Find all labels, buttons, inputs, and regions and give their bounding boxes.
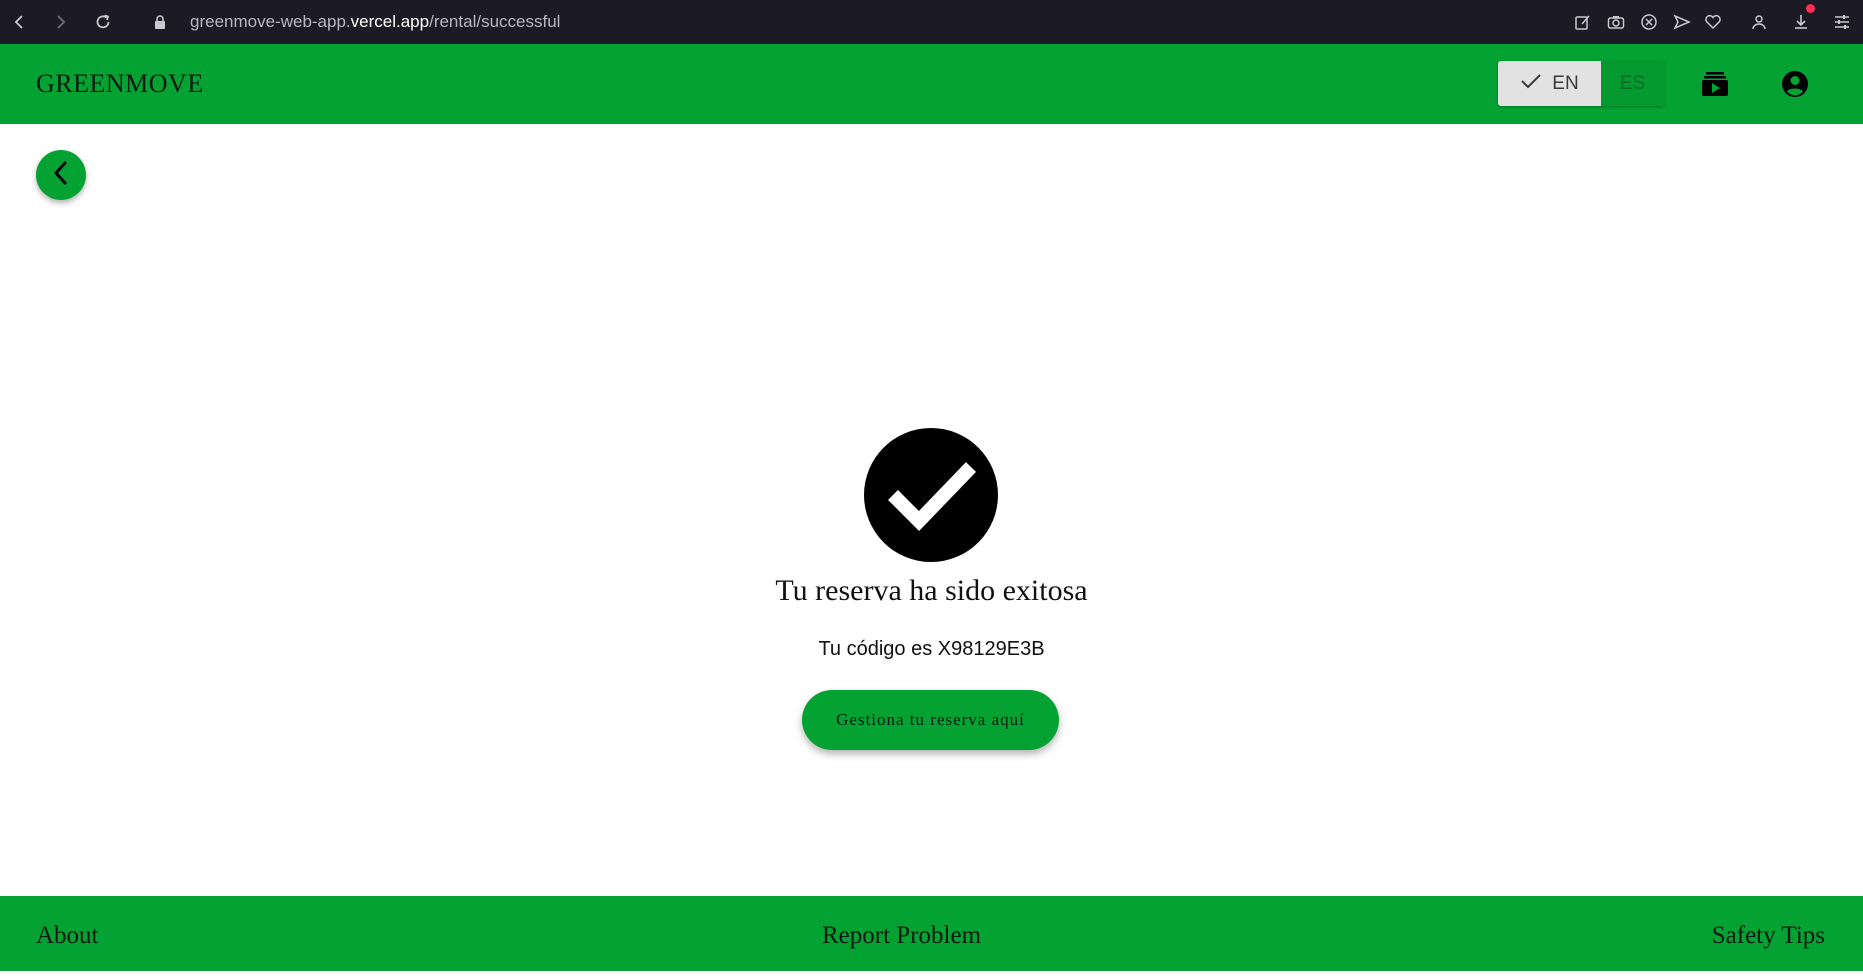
send-icon[interactable] (1666, 0, 1698, 44)
check-icon (1520, 72, 1542, 96)
app-header: GREENMOVE EN ES (0, 44, 1863, 124)
url-prefix: greenmove-web-app. (190, 12, 351, 31)
back-button[interactable] (36, 150, 86, 200)
forward-arrow-icon[interactable] (40, 0, 80, 44)
brand-logo-text[interactable]: GREENMOVE (36, 44, 204, 124)
lock-icon (140, 0, 180, 44)
success-message: Tu reserva ha sido exitosa (775, 574, 1088, 607)
lang-es-label: ES (1619, 72, 1646, 94)
manage-reservation-button[interactable]: Gestiona tu reserva aquí (802, 690, 1059, 750)
account-circle-icon[interactable] (1775, 64, 1815, 104)
browser-toolbar: greenmove-web-app.vercel.app/rental/succ… (0, 0, 1863, 44)
reload-icon[interactable] (83, 0, 123, 44)
lang-en-button[interactable]: EN (1498, 61, 1601, 106)
settings-sliders-icon[interactable] (1826, 0, 1858, 44)
language-toggle: EN ES (1498, 61, 1664, 106)
footer-about-link[interactable]: About (36, 896, 99, 976)
chevron-left-icon (50, 160, 72, 191)
shield-x-icon[interactable] (1633, 0, 1665, 44)
url-host: vercel.app (350, 12, 430, 31)
footer-report-problem-link[interactable]: Report Problem (822, 896, 981, 976)
camera-icon[interactable] (1600, 0, 1632, 44)
footer: About Report Problem Safety Tips (0, 896, 1863, 971)
lang-es-button[interactable]: ES (1601, 61, 1664, 106)
check-circle-icon (864, 428, 998, 562)
lang-en-label: EN (1552, 72, 1579, 94)
download-notification-dot (1806, 4, 1815, 13)
heart-icon[interactable] (1697, 0, 1729, 44)
back-arrow-icon[interactable] (0, 0, 40, 44)
url-path: /rental/successful (429, 12, 561, 31)
edit-icon[interactable] (1567, 0, 1599, 44)
reservation-code: Tu código es X98129E3B (818, 638, 1045, 660)
footer-safety-tips-link[interactable]: Safety Tips (1712, 896, 1825, 976)
reservations-icon[interactable] (1695, 64, 1735, 104)
user-icon[interactable] (1743, 0, 1775, 44)
address-bar[interactable]: greenmove-web-app.vercel.app/rental/succ… (190, 0, 560, 44)
